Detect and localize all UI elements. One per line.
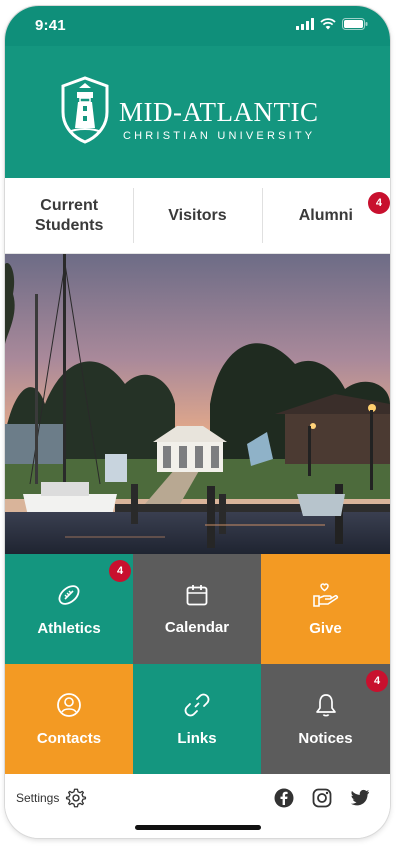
tab-label: Alumni bbox=[298, 206, 353, 224]
notification-badge: 4 bbox=[366, 670, 388, 692]
settings-button[interactable]: Settings bbox=[16, 787, 87, 809]
signal-icon bbox=[296, 18, 314, 30]
university-subtitle: CHRISTIAN UNIVERSITY bbox=[123, 130, 316, 142]
calendar-label: Calendar bbox=[164, 618, 230, 636]
calendar-icon bbox=[186, 584, 208, 605]
tab-visitors[interactable]: Visitors bbox=[133, 178, 261, 253]
instagram-icon[interactable] bbox=[312, 788, 332, 808]
tab-label: Visitors bbox=[168, 206, 227, 224]
twitter-icon[interactable] bbox=[350, 789, 370, 807]
status-bar: 9:41 bbox=[5, 6, 390, 46]
lighthouse-shield-icon bbox=[61, 76, 109, 144]
phone-screen: 9:41 MID-ATLANTIC CHRISTIAN UNIVERSITY C… bbox=[5, 6, 390, 838]
tab-current-students[interactable]: Current Students bbox=[5, 178, 133, 253]
audience-tabs: Current Students Visitors Alumni 4 bbox=[5, 178, 390, 254]
university-title: MID-ATLANTIC bbox=[119, 97, 319, 127]
facebook-icon[interactable] bbox=[274, 788, 294, 808]
tab-alumni[interactable]: Alumni 4 bbox=[261, 178, 390, 253]
give-label: Give bbox=[309, 619, 342, 637]
social-links bbox=[274, 788, 370, 808]
tab-label-line1: Current bbox=[40, 196, 99, 214]
wifi-icon bbox=[320, 18, 336, 30]
notification-badge: 4 bbox=[367, 192, 390, 214]
tab-label-line2: Students bbox=[34, 216, 104, 234]
battery-icon bbox=[342, 18, 368, 30]
notification-badge: 4 bbox=[109, 560, 131, 582]
links-label: Links bbox=[177, 729, 217, 747]
football-icon bbox=[58, 584, 80, 605]
person-icon bbox=[57, 692, 81, 717]
status-time: 9:41 bbox=[35, 17, 66, 34]
footer-bar: Settings bbox=[5, 774, 390, 838]
athletics-tile[interactable]: Athletics 4 bbox=[5, 554, 133, 664]
app-header: MID-ATLANTIC CHRISTIAN UNIVERSITY bbox=[5, 46, 390, 178]
notices-tile[interactable]: Notices 4 bbox=[261, 664, 390, 774]
calendar-tile[interactable]: Calendar bbox=[133, 554, 261, 664]
contacts-tile[interactable]: Contacts bbox=[5, 664, 133, 774]
athletics-label: Athletics bbox=[37, 619, 101, 637]
status-icons bbox=[296, 18, 368, 30]
hero-image bbox=[5, 254, 390, 554]
link-icon bbox=[184, 693, 210, 716]
settings-label: Settings bbox=[16, 791, 60, 805]
bell-icon bbox=[315, 693, 336, 716]
feature-grid: Athletics 4 Calendar Give Contacts Links… bbox=[5, 554, 390, 774]
home-indicator bbox=[135, 825, 261, 830]
give-tile[interactable]: Give bbox=[261, 554, 390, 664]
contacts-label: Contacts bbox=[36, 729, 102, 747]
notices-label: Notices bbox=[298, 729, 353, 747]
gear-icon bbox=[66, 788, 87, 808]
links-tile[interactable]: Links bbox=[133, 664, 261, 774]
hand-heart-icon bbox=[312, 582, 338, 607]
